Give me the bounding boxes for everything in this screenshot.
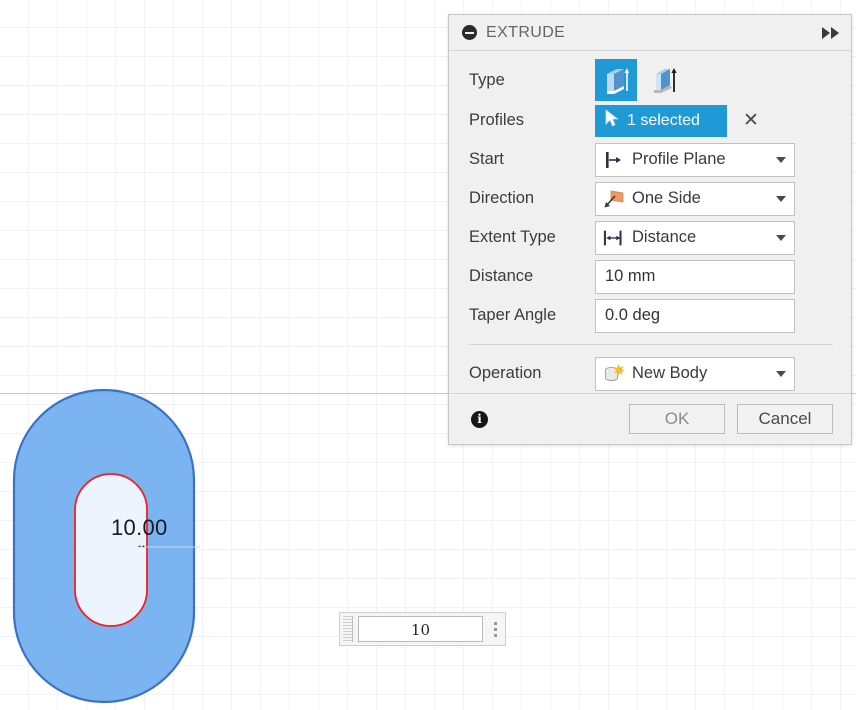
- profiles-selection-chip[interactable]: 1 selected: [595, 104, 727, 137]
- more-handle-icon[interactable]: [485, 614, 505, 644]
- dialog-title: EXTRUDE: [486, 23, 566, 41]
- dimension-value-label[interactable]: 10.00: [111, 515, 168, 541]
- profile-plane-icon: [603, 150, 625, 170]
- taper-angle-field-value: 0.0 deg: [605, 306, 661, 324]
- row-label-type: Type: [469, 70, 505, 89]
- row-label-start: Start: [469, 150, 504, 168]
- ok-button[interactable]: OK: [629, 404, 725, 434]
- extent-type-combo-value: Distance: [632, 228, 697, 246]
- row-direction: Direction One Side: [449, 179, 851, 218]
- profiles-chip-label: 1 selected: [627, 111, 700, 129]
- info-icon[interactable]: i: [471, 410, 488, 428]
- distance-field[interactable]: 10 mm: [595, 259, 795, 294]
- row-start: Start Profile Plane: [449, 140, 851, 179]
- row-label-extent-type: Extent Type: [469, 228, 556, 246]
- new-body-icon: [603, 363, 625, 384]
- direction-combo-value: One Side: [632, 189, 701, 207]
- row-profiles: Profiles 1 selected ✕: [449, 101, 851, 140]
- row-type: Type: [449, 59, 851, 101]
- row-operation: Operation New Body: [449, 354, 851, 393]
- drag-grip-icon[interactable]: [340, 614, 356, 644]
- dialog-body: Type Profiles 1 selected ✕ Start Profile…: [449, 51, 851, 393]
- row-label-direction: Direction: [469, 189, 535, 207]
- taper-angle-field[interactable]: 0.0 deg: [595, 298, 795, 333]
- distance-extent-icon: [603, 228, 625, 248]
- row-taper-angle: Taper Angle 0.0 deg: [449, 296, 851, 335]
- chevron-down-icon[interactable]: [776, 156, 786, 163]
- cancel-button[interactable]: Cancel: [737, 404, 833, 434]
- row-extent-type: Extent Type Distance: [449, 218, 851, 257]
- app-root: 10.00 ↔ 10 EXTRUDE Type Profiles 1 selec…: [0, 0, 856, 710]
- start-combo[interactable]: Profile Plane: [595, 142, 795, 177]
- chevron-down-icon[interactable]: [776, 370, 786, 377]
- dimension-arrow-icon: ↔: [136, 539, 147, 551]
- one-side-direction-icon: [603, 189, 625, 209]
- extent-type-combo[interactable]: Distance: [595, 220, 795, 255]
- chevron-down-icon[interactable]: [776, 195, 786, 202]
- row-label-distance: Distance: [469, 267, 534, 285]
- section-divider: [469, 344, 833, 345]
- row-label-operation: Operation: [469, 364, 542, 382]
- type-toggle-group: [595, 59, 833, 101]
- clear-selection-icon[interactable]: ✕: [743, 111, 759, 130]
- distance-field-value: 10 mm: [605, 267, 656, 285]
- dialog-header[interactable]: EXTRUDE: [449, 15, 851, 51]
- start-combo-value: Profile Plane: [632, 150, 726, 168]
- direction-combo[interactable]: One Side: [595, 181, 795, 216]
- extrude-type-solid-icon[interactable]: [595, 59, 637, 101]
- row-label-taper-angle: Taper Angle: [469, 306, 557, 324]
- extrude-dialog: EXTRUDE Type Profiles 1 selected ✕ Start…: [448, 14, 852, 445]
- distance-input[interactable]: 10: [358, 616, 483, 642]
- extrude-type-thin-icon[interactable]: [643, 59, 685, 101]
- row-distance: Distance 10 mm: [449, 257, 851, 296]
- operation-combo[interactable]: New Body: [595, 356, 795, 391]
- collapse-icon[interactable]: [462, 25, 477, 40]
- chevron-down-icon[interactable]: [776, 234, 786, 241]
- row-label-profiles: Profiles: [469, 111, 525, 129]
- dimension-manipulator[interactable]: 10: [339, 612, 506, 646]
- operation-combo-value: New Body: [632, 364, 708, 382]
- expand-arrows-icon[interactable]: [822, 26, 839, 39]
- cursor-arrow-icon: [605, 109, 619, 132]
- dialog-footer: i OK Cancel: [449, 393, 851, 444]
